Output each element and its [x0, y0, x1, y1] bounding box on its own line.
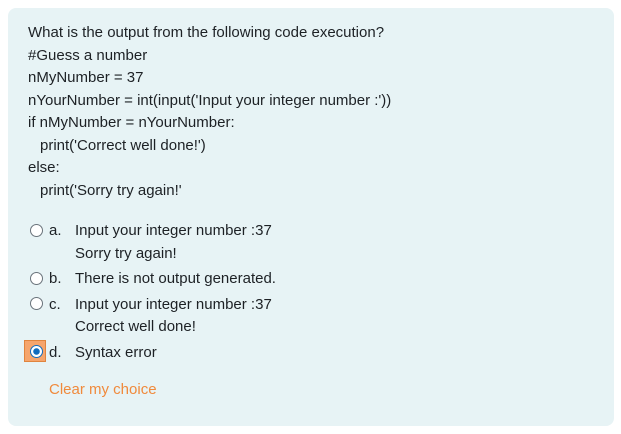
- option-b[interactable]: b. There is not output generated.: [27, 268, 276, 291]
- option-d[interactable]: d. Syntax error: [24, 339, 276, 365]
- code-line: nYourNumber = int(input('Input your inte…: [28, 91, 392, 109]
- radio-button-c[interactable]: [29, 297, 43, 310]
- radio-button-b[interactable]: [29, 271, 43, 285]
- option-text-c[interactable]: Input your integer number :37 Correct we…: [75, 294, 272, 339]
- option-text-d[interactable]: Syntax error: [75, 342, 157, 365]
- radio-b-wrapper[interactable]: [27, 269, 45, 287]
- option-c-line-1: Input your integer number :37: [75, 295, 272, 313]
- question-prompt: What is the output from the following co…: [28, 24, 385, 41]
- option-a[interactable]: a. Input your integer number :37 Sorry t…: [27, 220, 276, 265]
- option-letter-b: b.: [49, 270, 62, 287]
- option-text-b[interactable]: There is not output generated.: [75, 268, 276, 291]
- radio-d-wrapper[interactable]: [24, 339, 46, 362]
- question-text: What is the output from the following co…: [28, 22, 391, 202]
- option-letter-d: d.: [49, 343, 62, 361]
- code-line: if nMyNumber = nYourNumber:: [28, 114, 235, 131]
- code-line: else:: [28, 159, 60, 176]
- radio-button-a[interactable]: [29, 223, 43, 237]
- clear-choice-link[interactable]: Clear my choice: [49, 381, 157, 398]
- option-a-line-2: Sorry try again!: [75, 244, 177, 262]
- code-line: print('Sorry try again!': [40, 181, 182, 199]
- option-letter-a: a.: [49, 222, 62, 239]
- code-line: #Guess a number: [28, 46, 148, 64]
- radio-a-wrapper[interactable]: [27, 221, 45, 239]
- option-letter-c: c.: [49, 295, 61, 313]
- option-c[interactable]: c. Input your integer number :37 Correct…: [27, 294, 276, 339]
- radio-c-wrapper[interactable]: [27, 295, 45, 313]
- code-line: nMyNumber = 37: [28, 69, 144, 86]
- radio-button-d[interactable]: [29, 345, 43, 358]
- option-a-line-1: Input your integer number :37: [75, 222, 272, 239]
- option-text-a[interactable]: Input your integer number :37 Sorry try …: [75, 220, 272, 265]
- code-line: print('Correct well done!'): [40, 136, 206, 154]
- option-b-line-1: There is not output generated.: [75, 270, 276, 287]
- option-c-line-2: Correct well done!: [75, 318, 196, 335]
- option-d-line-1: Syntax error: [75, 343, 157, 361]
- answer-options: a. Input your integer number :37 Sorry t…: [24, 220, 276, 367]
